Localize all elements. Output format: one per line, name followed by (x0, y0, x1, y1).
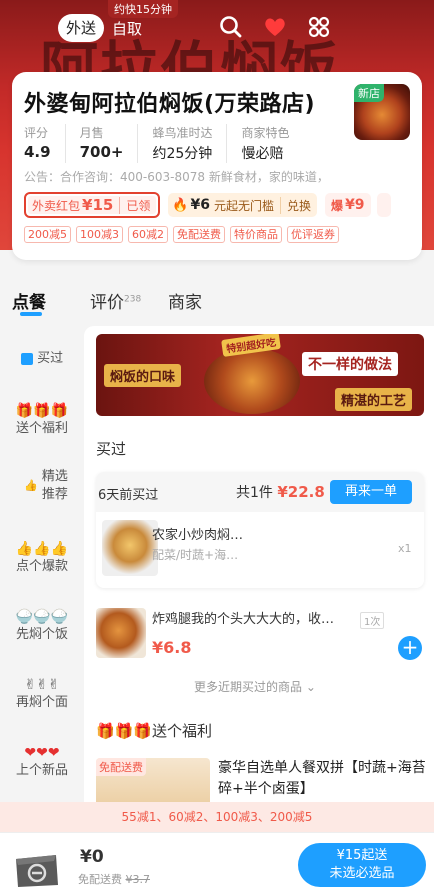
order-time: 6天前买过 (98, 488, 159, 503)
previous-order-card[interactable]: 6天前买过 共1件 ¥22.8 再来一单 农家小炒肉焖… 配菜/时蔬+海… x1 (96, 472, 424, 588)
bomb-icon: 爆 (331, 198, 344, 213)
discount-tag: 特价商品 (230, 226, 282, 243)
coupon-row: 外卖红包 ¥15 已领 🔥 ¥6 元起无门槛 兑换 爆 ¥9 (24, 192, 422, 220)
store-tabs: 点餐 评价238 商家 (0, 280, 434, 326)
mode-pickup[interactable]: 自取 (104, 18, 150, 39)
order-item-quantity: x1 (398, 542, 412, 555)
search-icon[interactable] (218, 14, 244, 40)
top-bar: 约快15分钟 外送 自取 (0, 0, 434, 56)
category-sidebar: 买过 🎁🎁🎁 送个福利 👍 精选推荐 👍👍👍 点个爆款 🍚🍚🍚 先焖个饭 ✌✌✌… (0, 332, 84, 802)
store-name: 外婆甸阿拉伯焖饭(万荣路店) (24, 92, 316, 117)
stat-delivery-time: 蜂鸟准时达 约25分钟 (152, 124, 228, 163)
reorder-button[interactable]: 再来一单 (330, 480, 412, 504)
menu-item[interactable]: 免配送费 豪华自选单人餐双拼【时蔬+海苔碎+半个卤蛋】 (96, 758, 426, 802)
tab-reviews[interactable]: 评价238 (90, 288, 141, 313)
new-store-badge: 新店 (354, 84, 384, 102)
sidebar-item-rice[interactable]: 🍚🍚🍚 先焖个饭 (0, 608, 84, 644)
order-item-name: 农家小炒肉焖… (152, 528, 244, 543)
section-title-bought: 买过 (96, 440, 127, 458)
banner-food-image (204, 348, 300, 414)
redeem-button[interactable]: 兑换 (280, 196, 317, 214)
heart-icon: ❤❤❤ (24, 745, 60, 761)
item-price: ¥6.8 (152, 638, 192, 657)
purchase-count-badge: 1次 (360, 612, 385, 629)
sidebar-item-bought[interactable]: 买过 (0, 350, 84, 368)
bought-icon (20, 352, 33, 365)
checkout-button[interactable]: ¥15起送 未选必选品 (298, 843, 426, 887)
sidebar-item-new[interactable]: ❤❤❤ 上个新品 (0, 744, 84, 780)
order-item-image (102, 520, 158, 576)
cart-total: ¥0 (80, 847, 104, 867)
free-delivery-tag: 免配送费 (96, 758, 146, 776)
more-bought-link[interactable]: 更多近期买过的商品 ⌄ (194, 678, 316, 695)
item-image: 免配送费 (96, 758, 210, 802)
stat-rating: 评分 4.9 (24, 124, 66, 163)
claimed-button[interactable]: 已领 (119, 196, 156, 214)
order-total: 共1件 ¥22.8 (236, 483, 325, 501)
coupon-more[interactable] (376, 193, 391, 217)
rice-bowl-icon: 🍚🍚🍚 (15, 609, 69, 625)
discount-tags[interactable]: 200减5 100减3 60减2 免配送费 特价商品 优评返券 (24, 226, 344, 243)
promo-banner[interactable]: 特别超好吃 焖饭的口味 不一样的做法 精湛的工艺 (96, 334, 424, 416)
item-name: 炸鸡腿我的个头大大大的，收… (152, 612, 335, 627)
stat-store-feature: 商家特色 慢必赔 (241, 126, 290, 162)
discount-tag: 免配送费 (173, 226, 225, 243)
heart-icon[interactable] (262, 14, 288, 40)
add-to-cart-button[interactable]: + (398, 636, 422, 660)
store-notice[interactable]: 公告：合作咨询：400-603-8078 新鲜食材，家的味道， (24, 168, 364, 185)
mode-delivery[interactable]: 外送 (58, 14, 105, 42)
gift-icon: 🎁🎁🎁 (15, 403, 69, 419)
sidebar-item-welfare[interactable]: 🎁🎁🎁 送个福利 (0, 402, 84, 438)
more-icon[interactable] (306, 14, 332, 40)
menu-item[interactable]: 炸鸡腿我的个头大大大的，收… 1次 ¥6.8 + (96, 606, 426, 670)
stat-monthly-sales: 月售 700+ (80, 124, 139, 163)
tab-order[interactable]: 点餐 (12, 288, 46, 313)
discount-tag: 优评返券 (287, 226, 339, 243)
store-stats: 评分 4.9 月售 700+ 蜂鸟准时达 约25分钟 商家特色 慢必赔 (24, 124, 318, 163)
original-delivery-fee: ¥3.7 (125, 873, 151, 886)
active-tab-indicator (20, 312, 42, 316)
thumbs-up-icon: 👍👍👍 (15, 541, 69, 557)
delivery-mode-toggle[interactable]: 外送 自取 (58, 14, 150, 42)
cart-bar: ¥0 免配送费 ¥3.7 ¥15起送 未选必选品 (0, 832, 434, 893)
thumbs-up-icon: 👍 (24, 479, 38, 492)
tab-merchant[interactable]: 商家 (168, 288, 202, 313)
review-count: 238 (124, 294, 142, 305)
sidebar-item-hot[interactable]: 👍👍👍 点个爆款 (0, 540, 84, 576)
item-image (96, 608, 146, 658)
sidebar-item-featured[interactable]: 👍 精选推荐 (0, 468, 84, 504)
sidebar-item-noodles[interactable]: ✌✌✌ 再焖个面 (0, 676, 84, 712)
flame-icon: 🔥 (172, 197, 189, 213)
red-packet-coupon[interactable]: 外卖红包 ¥15 已领 (24, 192, 161, 218)
discount-tag: 100减3 (76, 226, 123, 243)
victory-hand-icon: ✌✌✌ (24, 677, 60, 693)
menu-content: 特别超好吃 焖饭的口味 不一样的做法 精湛的工艺 买过 6天前买过 共1件 ¥2… (84, 326, 434, 802)
delivery-fee-info: 免配送费 ¥3.7 (78, 873, 151, 886)
order-item-options: 配菜/时蔬+海… (152, 548, 239, 562)
discount-strip: 55减1、60减2、100减3、200减5 (0, 802, 434, 832)
discount-tag: 200减5 (24, 226, 71, 243)
section-title-welfare: 🎁🎁🎁送个福利 (96, 722, 213, 740)
no-threshold-coupon[interactable]: 🔥 ¥6 元起无门槛 兑换 (168, 193, 318, 217)
discount-tag: 60减2 (128, 226, 168, 243)
item-name: 豪华自选单人餐双拼【时蔬+海苔碎+半个卤蛋】 (218, 760, 426, 797)
store-logo[interactable]: 新店 (354, 84, 410, 140)
store-info-card: 外婆甸阿拉伯焖饭(万荣路店) 新店 评分 4.9 月售 700+ 蜂鸟准时达 约… (12, 72, 422, 260)
shopping-bag-icon[interactable] (10, 845, 62, 889)
coupon-9[interactable]: 爆 ¥9 (325, 193, 371, 217)
